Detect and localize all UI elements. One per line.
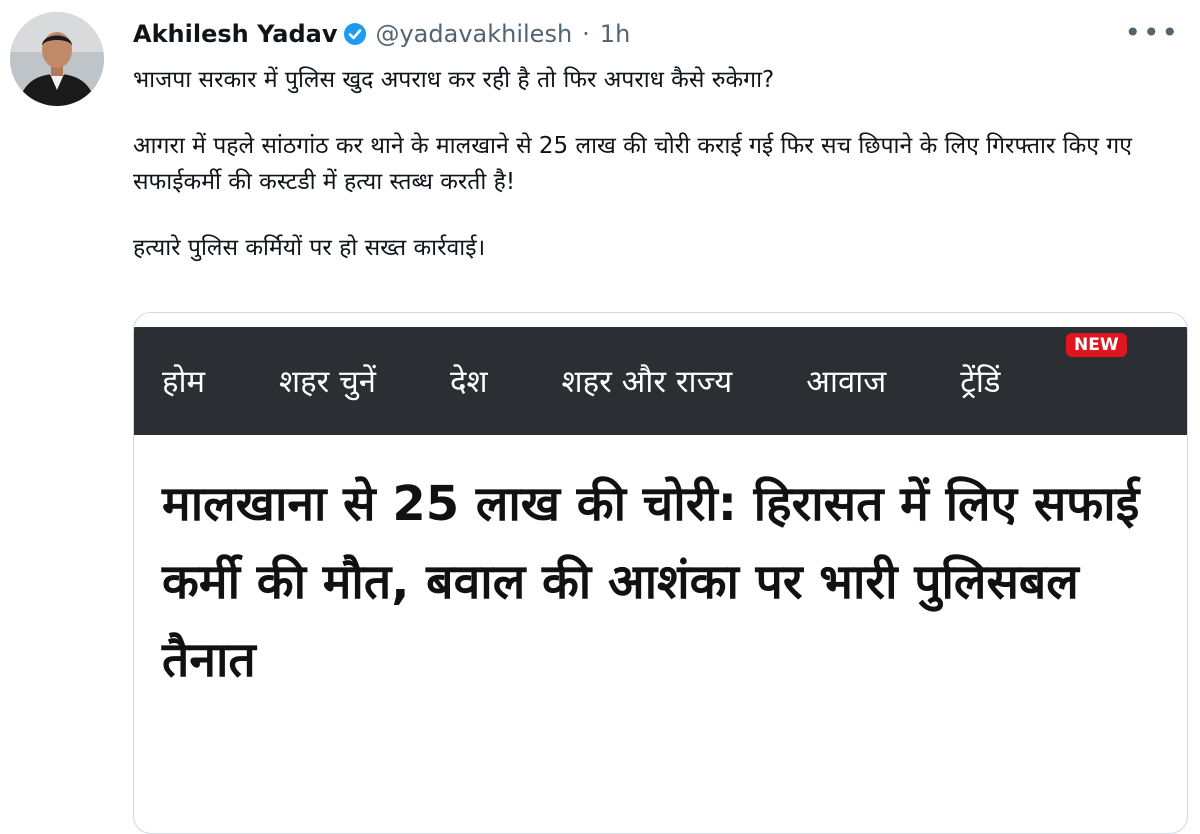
tweet-text: भाजपा सरकार में पुलिस खुद अपराध कर रही ह… xyxy=(133,62,1173,296)
nav-item-select-city: शहर चुनें xyxy=(279,364,376,400)
media-card[interactable]: होम शहर चुनें देश शहर और राज्य आवाज ट्रे… xyxy=(133,312,1188,834)
author-handle[interactable]: @yadavakhilesh xyxy=(375,14,572,54)
nav-item-voice: आवाज xyxy=(806,364,887,400)
new-badge: NEW xyxy=(1066,333,1127,357)
tweet-timestamp[interactable]: 1h xyxy=(600,14,630,54)
nav-items: होम शहर चुनें देश शहर और राज्य आवाज ट्रे… xyxy=(134,327,1047,435)
article-headline: मालखाना से 25 लाख की चोरी: हिरासत में लि… xyxy=(162,476,1140,688)
more-options-icon[interactable]: ••• xyxy=(1124,18,1180,48)
verified-badge-icon xyxy=(343,22,367,46)
nav-item-trending: ट्रेंडिं xyxy=(960,364,1001,400)
author-name[interactable]: Akhilesh Yadav xyxy=(133,14,337,54)
header-separator: · xyxy=(582,20,590,48)
tweet-paragraph: आगरा में पहले सांठगांठ कर थाने के मालखान… xyxy=(133,133,1132,195)
nav-item-home: होम xyxy=(162,364,206,400)
nav-item-country: देश xyxy=(450,364,488,400)
tweet-paragraph: भाजपा सरकार में पुलिस खुद अपराध कर रही ह… xyxy=(133,67,775,93)
tweet-header: Akhilesh Yadav @yadavakhilesh · 1h xyxy=(133,14,630,54)
nav-item-city-state: शहर और राज्य xyxy=(561,364,733,400)
site-navbar: होम शहर चुनें देश शहर और राज्य आवाज ट्रे… xyxy=(134,327,1187,435)
avatar[interactable] xyxy=(10,12,104,106)
profile-photo-icon xyxy=(10,12,104,106)
tweet-paragraph: हत्यारे पुलिस कर्मियों पर हो सख्त कार्रव… xyxy=(133,235,486,261)
